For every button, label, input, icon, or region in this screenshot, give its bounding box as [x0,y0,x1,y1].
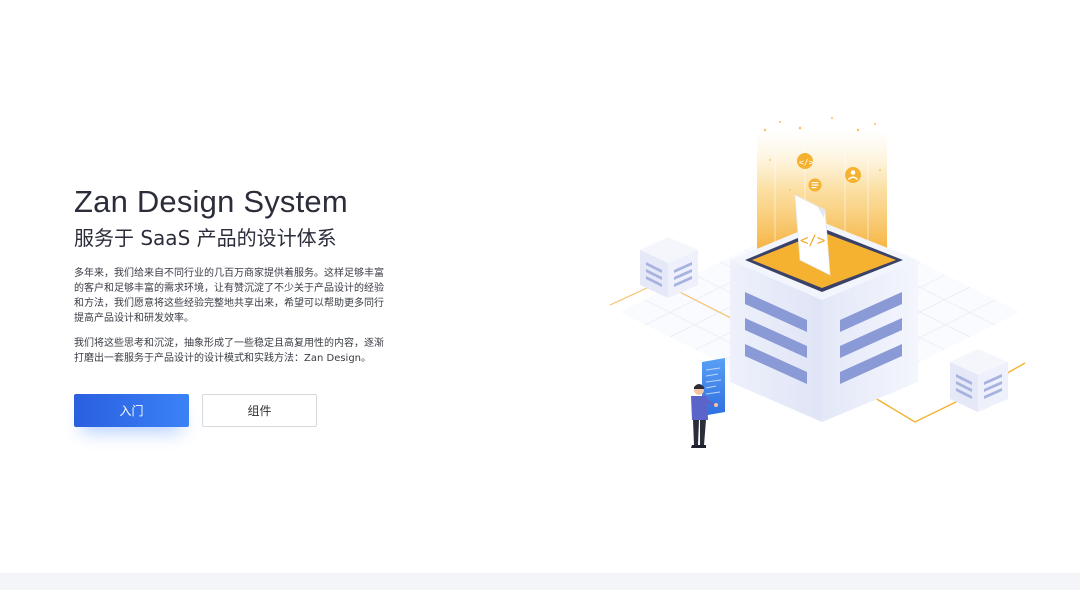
intro-paragraph-1: 多年来，我们给来自不同行业的几百万商家提供着服务。这样足够丰富的客户和足够丰富的… [74,268,384,324]
document-icon [808,178,822,192]
page-title: Zan Design System [74,184,348,219]
hero-intro: Zan Design System 服务于 SaaS 产品的设计体系 多年来，我… [74,184,394,366]
get-started-button[interactable]: 入门 [74,394,189,427]
svg-text:</>: </> [799,158,814,167]
footer-band [0,573,1080,590]
hero-section: Zan Design System 服务于 SaaS 产品的设计体系 多年来，我… [0,0,1080,573]
hero-illustration: </> </> [609,117,1026,448]
svg-text:</>: </> [800,233,825,249]
intro-paragraph-2: 我们将这些思考和沉淀，抽象形成了一些稳定且高复用性的内容，逐渐打磨出一套服务于产… [74,338,384,364]
page-subtitle: 服务于 SaaS 产品的设计体系 [74,226,337,250]
user-icon [845,167,861,183]
small-cube-right [950,349,1008,412]
components-button[interactable]: 组件 [202,394,317,427]
